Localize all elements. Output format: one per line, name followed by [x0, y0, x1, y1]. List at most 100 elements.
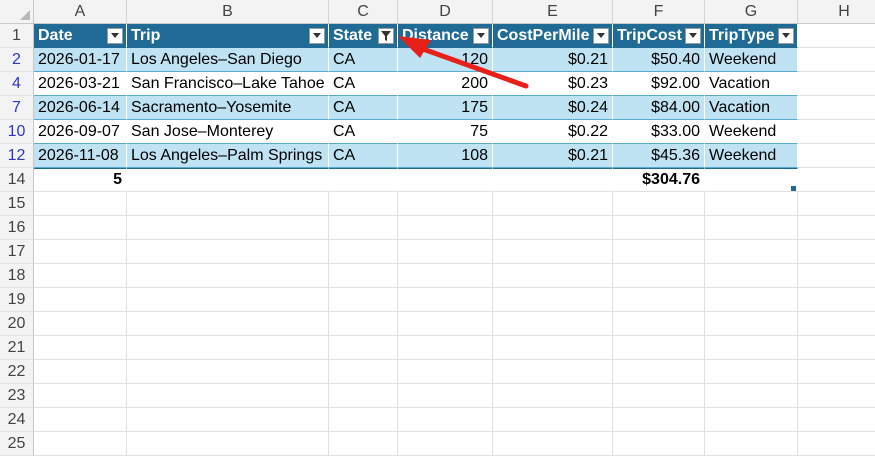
grid-cell[interactable] [798, 264, 875, 288]
grid-cell[interactable] [34, 384, 127, 408]
row-header[interactable]: 1 [0, 24, 34, 48]
grid-cell[interactable] [329, 312, 398, 336]
table-cell[interactable]: 2026-11-08 [34, 144, 127, 168]
grid-cell[interactable] [798, 72, 875, 96]
row-header[interactable]: 21 [0, 336, 34, 360]
row-header[interactable]: 22 [0, 360, 34, 384]
column-header-h[interactable]: H [798, 0, 875, 24]
grid-cell[interactable] [798, 144, 875, 168]
total-cell[interactable] [329, 168, 398, 192]
table-header-cell[interactable]: Trip [127, 24, 329, 48]
table-cell[interactable]: $92.00 [613, 72, 705, 96]
table-cell[interactable]: Vacation [705, 96, 798, 120]
filter-dropdown-button[interactable] [593, 28, 609, 44]
filter-dropdown-button[interactable] [473, 28, 489, 44]
row-header[interactable]: 15 [0, 192, 34, 216]
table-header-cell[interactable]: Distance [398, 24, 493, 48]
grid-cell[interactable] [705, 192, 798, 216]
row-header[interactable]: 12 [0, 144, 34, 168]
table-cell[interactable]: Weekend [705, 144, 798, 168]
row-header[interactable]: 14 [0, 168, 34, 192]
table-cell[interactable]: 200 [398, 72, 493, 96]
filter-applied-button[interactable] [378, 28, 394, 44]
total-cell[interactable] [127, 168, 329, 192]
grid-cell[interactable] [613, 384, 705, 408]
filter-dropdown-button[interactable] [685, 28, 701, 44]
grid-cell[interactable] [127, 216, 329, 240]
total-cell[interactable] [705, 168, 798, 192]
grid-cell[interactable] [329, 264, 398, 288]
grid-cell[interactable] [329, 384, 398, 408]
row-header[interactable]: 4 [0, 72, 34, 96]
grid-cell[interactable] [34, 432, 127, 456]
grid-cell[interactable] [398, 216, 493, 240]
grid-cell[interactable] [613, 192, 705, 216]
grid-cell[interactable] [705, 408, 798, 432]
table-cell[interactable]: CA [329, 72, 398, 96]
grid-cell[interactable] [798, 48, 875, 72]
grid-cell[interactable] [398, 192, 493, 216]
grid-cell[interactable] [798, 120, 875, 144]
grid-cell[interactable] [613, 432, 705, 456]
grid-cell[interactable] [34, 240, 127, 264]
grid-cell[interactable] [398, 264, 493, 288]
grid-cell[interactable] [127, 336, 329, 360]
grid-cell[interactable] [398, 312, 493, 336]
grid-cell[interactable] [127, 408, 329, 432]
total-cell[interactable] [493, 168, 613, 192]
total-count-cell[interactable]: 5 [34, 168, 127, 192]
column-header-a[interactable]: A [34, 0, 127, 24]
row-header[interactable]: 17 [0, 240, 34, 264]
grid-cell[interactable] [127, 240, 329, 264]
table-header-cell[interactable]: TripType [705, 24, 798, 48]
table-cell[interactable]: 120 [398, 48, 493, 72]
grid-cell[interactable] [493, 216, 613, 240]
grid-cell[interactable] [798, 336, 875, 360]
grid-cell[interactable] [398, 432, 493, 456]
grid-cell[interactable] [493, 288, 613, 312]
table-cell[interactable]: 108 [398, 144, 493, 168]
grid-cell[interactable] [398, 240, 493, 264]
table-header-cell[interactable]: State [329, 24, 398, 48]
grid-cell[interactable] [798, 168, 875, 192]
grid-cell[interactable] [127, 264, 329, 288]
grid-cell[interactable] [798, 360, 875, 384]
grid-cell[interactable] [329, 432, 398, 456]
table-cell[interactable]: 75 [398, 120, 493, 144]
row-header[interactable]: 2 [0, 48, 34, 72]
grid-cell[interactable] [329, 288, 398, 312]
table-resize-handle[interactable] [791, 186, 796, 191]
table-cell[interactable]: Weekend [705, 48, 798, 72]
table-cell[interactable]: $0.21 [493, 144, 613, 168]
table-cell[interactable]: Los Angeles–Palm Springs [127, 144, 329, 168]
grid-cell[interactable] [127, 312, 329, 336]
table-cell[interactable]: Los Angeles–San Diego [127, 48, 329, 72]
grid-cell[interactable] [127, 288, 329, 312]
grid-cell[interactable] [613, 408, 705, 432]
grid-cell[interactable] [329, 216, 398, 240]
grid-cell[interactable] [493, 192, 613, 216]
table-header-cell[interactable]: CostPerMile [493, 24, 613, 48]
grid-cell[interactable] [127, 360, 329, 384]
table-cell[interactable]: Sacramento–Yosemite [127, 96, 329, 120]
grid-cell[interactable] [613, 288, 705, 312]
row-header[interactable]: 23 [0, 384, 34, 408]
filter-dropdown-button[interactable] [107, 28, 123, 44]
grid-cell[interactable] [127, 192, 329, 216]
row-header[interactable]: 7 [0, 96, 34, 120]
grid-cell[interactable] [493, 312, 613, 336]
grid-cell[interactable] [493, 384, 613, 408]
column-header-b[interactable]: B [127, 0, 329, 24]
table-cell[interactable]: $0.22 [493, 120, 613, 144]
grid-cell[interactable] [34, 336, 127, 360]
table-header-cell[interactable]: Date [34, 24, 127, 48]
grid-cell[interactable] [398, 384, 493, 408]
grid-cell[interactable] [798, 216, 875, 240]
table-cell[interactable]: 2026-01-17 [34, 48, 127, 72]
grid-cell[interactable] [127, 384, 329, 408]
grid-cell[interactable] [329, 240, 398, 264]
grid-cell[interactable] [493, 408, 613, 432]
grid-cell[interactable] [798, 192, 875, 216]
grid-cell[interactable] [398, 360, 493, 384]
filter-dropdown-button[interactable] [778, 28, 794, 44]
